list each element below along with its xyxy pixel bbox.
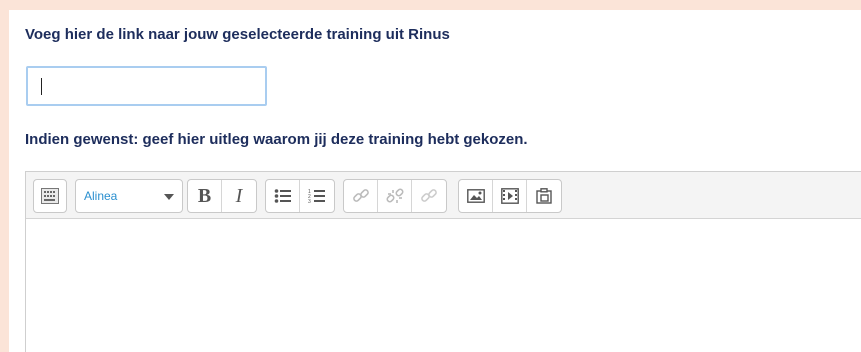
media-button[interactable] (493, 180, 527, 212)
link-question-label: Voeg hier de link naar jouw geselecteerd… (25, 26, 450, 43)
bold-button[interactable]: B (188, 180, 222, 212)
chevron-down-icon (164, 194, 174, 200)
manage-files-icon (535, 188, 553, 204)
editor-toolbar: Alinea B I 1 2 3 (26, 172, 861, 219)
image-icon (466, 188, 485, 204)
media-group (458, 179, 562, 213)
unlink-icon (385, 188, 404, 204)
toolbar-toggle-group (33, 179, 67, 213)
link-button[interactable] (344, 180, 378, 212)
link-group (343, 179, 447, 213)
list-group: 123 (265, 179, 335, 213)
svg-text:3: 3 (308, 199, 311, 204)
anchor-link-icon (420, 188, 438, 204)
ordered-list-icon: 123 (308, 188, 326, 204)
bold-icon: B (197, 184, 212, 207)
unlink-button[interactable] (378, 180, 412, 212)
manage-files-button[interactable] (527, 180, 561, 212)
link-icon (352, 188, 370, 204)
image-button[interactable] (459, 180, 493, 212)
unordered-list-icon (274, 188, 292, 204)
italic-icon: I (235, 184, 243, 207)
toolbar-toggle-icon (41, 188, 59, 204)
toolbar-toggle-button[interactable] (34, 180, 66, 212)
rich-text-editor: Alinea B I 1 2 3 (25, 171, 861, 352)
italic-button[interactable]: I (222, 180, 256, 212)
editor-content-area[interactable] (26, 219, 861, 352)
anchor-link-button[interactable] (412, 180, 446, 212)
text-style-group: B I (187, 179, 257, 213)
explanation-question-label: Indien gewenst: geef hier uitleg waarom … (25, 131, 528, 148)
form-card: Voeg hier de link naar jouw geselecteerd… (9, 10, 861, 352)
paragraph-format-value: Alinea (84, 189, 118, 203)
text-caret (41, 78, 42, 95)
media-icon (500, 188, 519, 204)
paragraph-format-select[interactable]: Alinea (75, 179, 183, 213)
unordered-list-button[interactable] (266, 180, 300, 212)
ordered-list-button[interactable]: 123 (300, 180, 334, 212)
training-link-input[interactable] (26, 66, 267, 106)
